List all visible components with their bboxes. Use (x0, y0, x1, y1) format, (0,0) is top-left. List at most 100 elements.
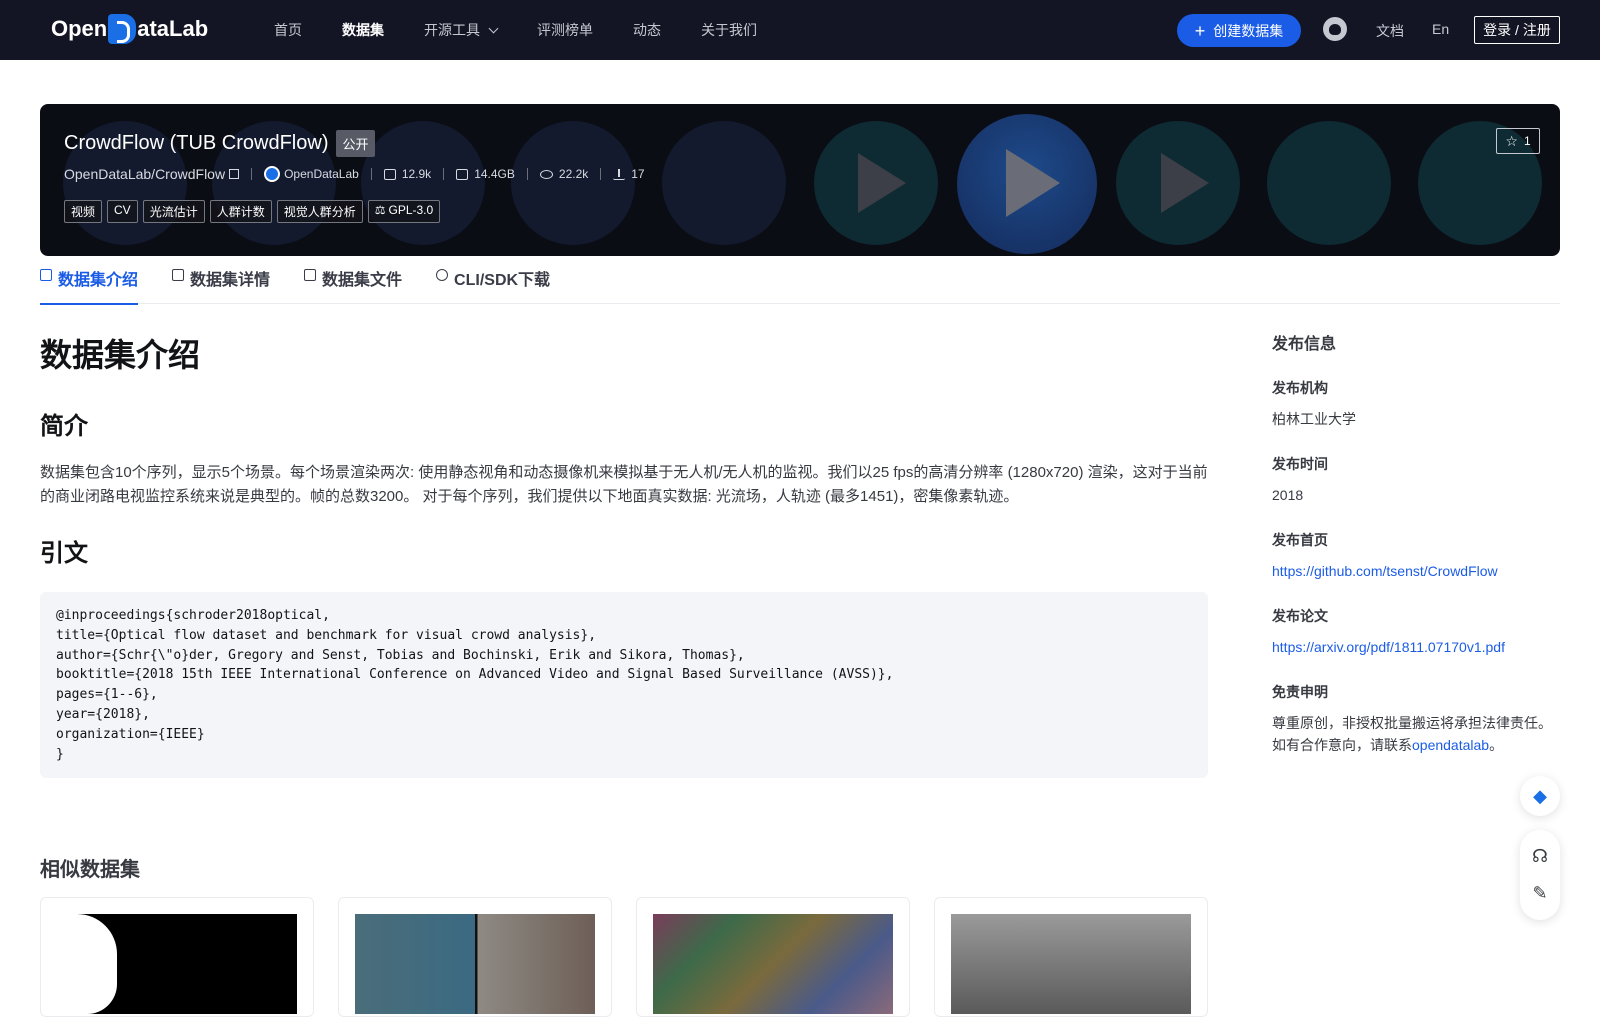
top-navbar: Open ataLab 首页 数据集 开源工具 评测榜单 动态 关于我们 + 创建数… (0, 0, 1600, 60)
disclaimer-line: 尊重原创，非授权批量搬运将承担法律责任。 (1272, 715, 1552, 731)
nav-about[interactable]: 关于我们 (701, 20, 757, 40)
disclaimer-label: 免责申明 (1272, 684, 1328, 700)
storage-icon (456, 168, 469, 180)
similar-dataset-card[interactable] (636, 897, 910, 1017)
homepage-link[interactable]: https://github.com/tsenst/CrowdFlow (1272, 560, 1562, 582)
list-icon (172, 269, 185, 281)
divider (370, 168, 372, 180)
release-time-label: 发布时间 (1272, 456, 1328, 472)
publisher-label: 发布机构 (1272, 380, 1328, 396)
contact-link[interactable]: opendatalab (1412, 737, 1489, 753)
thumbnail-shape (57, 914, 117, 1014)
dataset-title: CrowdFlow (TUB CrowdFlow) (64, 132, 329, 154)
play-icon (858, 153, 906, 213)
tab-label: 数据集文件 (322, 272, 403, 289)
similar-dataset-card[interactable] (40, 897, 314, 1017)
opendatalab-logo[interactable]: Open ataLab (51, 14, 208, 44)
dataset-tags: 视频 CV 光流估计 人群计数 视觉人群分析 ⚖ GPL-3.0 (64, 200, 445, 223)
plus-icon: + (1194, 20, 1206, 41)
divider (526, 168, 528, 180)
release-info-sidebar: 发布信息 发布机构 柏林工业大学 发布时间 2018 发布首页 https://… (1272, 330, 1562, 756)
chevron-down-icon (488, 23, 499, 33)
tab-label: 数据集介绍 (58, 272, 139, 289)
divider (600, 168, 602, 180)
create-dataset-button[interactable]: + 创建数据集 (1177, 14, 1301, 47)
github-icon[interactable] (1323, 17, 1347, 41)
citation-code-block[interactable]: @inproceedings{schroder2018optical, titl… (40, 592, 1208, 779)
main-nav: 首页 数据集 开源工具 评测榜单 动态 关于我们 (274, 0, 797, 60)
dataset-size: 14.4GB (474, 167, 515, 181)
tab-details[interactable]: 数据集详情 (172, 266, 270, 304)
org-avatar (264, 166, 281, 182)
intro-heading: 简介 (40, 413, 88, 440)
release-time-value: 2018 (1272, 487, 1304, 503)
homepage-label: 发布首页 (1272, 532, 1328, 548)
paper-label: 发布论文 (1272, 608, 1328, 624)
similar-datasets-heading: 相似数据集 (40, 859, 140, 881)
disclaimer-line: 如有合作意向，请联系 (1272, 737, 1412, 753)
page-title: 数据集介绍 (40, 337, 201, 373)
database-icon (40, 269, 52, 281)
nav-home[interactable]: 首页 (274, 20, 302, 40)
nav-open-tools[interactable]: 开源工具 (424, 20, 499, 40)
tab-label: 数据集详情 (190, 272, 271, 289)
file-count: 12.9k (401, 167, 432, 181)
nav-open-tools-label: 开源工具 (424, 22, 480, 38)
files-icon (383, 168, 396, 180)
dataset-path: OpenDataLab/CrowdFlow (64, 166, 240, 182)
hero-decoration (511, 121, 635, 245)
tag[interactable]: 视觉人群分析 (276, 200, 363, 223)
copy-icon[interactable] (229, 169, 240, 179)
play-icon (1161, 153, 1209, 213)
paper-link[interactable]: https://arxiv.org/pdf/1811.07170v1.pdf (1272, 636, 1562, 658)
tab-label: CLI/SDK下载 (454, 272, 551, 289)
star-button[interactable]: ☆ 1 (1496, 128, 1540, 154)
similar-dataset-card[interactable] (934, 897, 1208, 1017)
nav-datasets[interactable]: 数据集 (342, 20, 384, 40)
hero-decoration (361, 121, 485, 245)
login-register-button[interactable]: 登录 / 注册 (1474, 16, 1560, 44)
tab-cli-sdk[interactable]: CLI/SDK下载 (436, 266, 550, 304)
dataset-intro-content: 数据集介绍 简介 数据集包含10个序列，显示5个场景。每个场景渲染两次: 使用静… (40, 322, 1208, 779)
tag[interactable]: 视频 (64, 200, 103, 223)
publisher-value: 柏林工业大学 (1272, 411, 1356, 427)
intro-text: 数据集包含10个序列，显示5个场景。每个场景渲染两次: 使用静态视角和动态摄像机… (40, 464, 1208, 505)
org-name[interactable]: OpenDataLab (284, 167, 359, 181)
citation-heading: 引文 (40, 540, 88, 567)
similar-dataset-card[interactable] (338, 897, 612, 1017)
tag[interactable]: 人群计数 (209, 200, 272, 223)
divider (251, 168, 253, 180)
nav-docs[interactable]: 文档 (1376, 21, 1404, 41)
license-tag[interactable]: ⚖ GPL-3.0 (367, 200, 441, 223)
language-switch[interactable]: En (1432, 21, 1449, 37)
dataset-thumbnail (653, 914, 893, 1014)
dataset-hero-banner: CrowdFlow (TUB CrowdFlow) 公开 OpenDataLab… (40, 104, 1560, 256)
tab-files[interactable]: 数据集文件 (304, 266, 402, 304)
nav-leaderboard[interactable]: 评测榜单 (537, 20, 593, 40)
scale-icon: ⚖ (374, 203, 386, 217)
logo-mark-icon (108, 14, 137, 44)
nav-news[interactable]: 动态 (633, 20, 661, 40)
floating-assistant[interactable]: ◆ (1520, 776, 1560, 816)
dataset-title-row: CrowdFlow (TUB CrowdFlow) 公开 (64, 130, 375, 157)
sidebar-title: 发布信息 (1272, 336, 1337, 353)
play-icon (1006, 149, 1060, 217)
dataset-path-text: OpenDataLab/CrowdFlow (64, 166, 226, 182)
dataset-thumbnail (355, 914, 595, 1014)
dataset-thumbnail (57, 914, 297, 1014)
file-icon (304, 269, 317, 281)
feedback-icon[interactable]: ✎ (1529, 883, 1551, 905)
disclaimer-text: 尊重原创，非授权批量搬运将承担法律责任。 如有合作意向，请联系opendatal… (1272, 712, 1562, 756)
star-icon: ☆ (1505, 132, 1518, 149)
hero-decoration (1267, 121, 1391, 245)
dataset-thumbnail (951, 914, 1191, 1014)
download-icon (613, 168, 626, 180)
disclaimer-suffix: 。 (1489, 737, 1504, 753)
view-count: 22.2k (558, 167, 589, 181)
tab-intro[interactable]: 数据集介绍 (40, 266, 139, 305)
tag[interactable]: CV (107, 200, 138, 223)
visibility-badge: 公开 (336, 130, 375, 157)
floating-toolbar: ☊ ✎ (1520, 830, 1560, 920)
tag[interactable]: 光流估计 (142, 200, 205, 223)
headset-icon[interactable]: ☊ (1529, 845, 1551, 867)
